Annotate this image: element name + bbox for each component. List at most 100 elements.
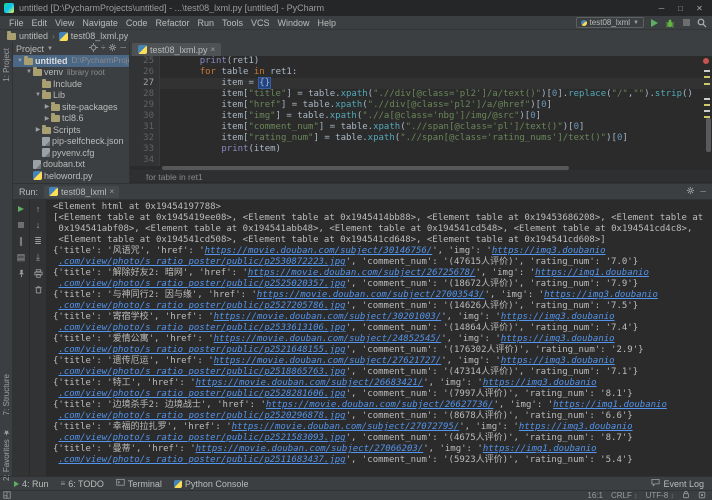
breadcrumb-file[interactable]: test08_lxml.py [58, 31, 128, 41]
event-log-button[interactable]: Event Log [651, 478, 704, 489]
stripe-tab-structure[interactable]: 7: Structure [2, 374, 11, 415]
restore-layout-button[interactable]: ▤ [15, 251, 28, 263]
project-tree-item[interactable]: ▶ Scripts [13, 124, 129, 136]
console-link[interactable]: https://movie.douban.com/subject/2485254… [214, 334, 442, 344]
search-icon[interactable] [696, 17, 708, 29]
console-link[interactable]: https://img3.doubanio [492, 246, 606, 256]
toolwindow-button-todo[interactable]: ≡ 6: TODO [61, 479, 104, 489]
console-link[interactable]: .com/view/photo/s_ratio_poster/public/p2… [58, 301, 345, 311]
print-icon[interactable] [32, 267, 45, 279]
code-line[interactable]: 29 item["href"] = table.xpath(".//div[@c… [130, 100, 712, 111]
encoding-indicator[interactable]: UTF-8 ↕ [646, 491, 674, 500]
minimize-button[interactable]: ─ [653, 2, 670, 15]
error-stripe-mark[interactable] [704, 76, 710, 78]
editor-vertical-scrollbar[interactable] [706, 118, 711, 152]
menu-item-run[interactable]: Run [193, 18, 218, 28]
console-link[interactable]: .com/view/photo/s_ratio_poster/public/p2… [58, 411, 345, 421]
project-tree-item[interactable]: pip-selfcheck.json [13, 136, 129, 148]
error-stripe-mark[interactable] [704, 98, 710, 100]
console-link[interactable]: https://img3.doubanio [519, 422, 633, 432]
console-link[interactable]: https://movie.douban.com/subject/3014675… [205, 246, 433, 256]
console-link[interactable]: .com/view/photo/s_ratio_poster/public/p2… [58, 455, 345, 465]
project-tree-item[interactable]: ▼ venv library root [13, 67, 129, 79]
console-link[interactable]: https://img1.doubanio [535, 268, 649, 278]
menu-item-file[interactable]: File [5, 18, 28, 28]
project-tree-item[interactable]: ▶ site-packages [13, 101, 129, 113]
console-link[interactable]: https://img3.doubanio [501, 356, 615, 366]
menu-item-refactor[interactable]: Refactor [151, 18, 193, 28]
project-tree-item[interactable]: heloword.py [13, 170, 129, 182]
stop-button[interactable] [680, 17, 692, 29]
lock-icon[interactable] [682, 490, 690, 500]
console-link[interactable]: .com/view/photo/s_ratio_poster/public/p2… [58, 279, 345, 289]
project-tree-item[interactable]: douban.txt [13, 159, 129, 171]
hide-icon[interactable]: ─ [120, 43, 126, 54]
expand-arrow-icon[interactable]: ▼ [16, 58, 24, 64]
menu-item-code[interactable]: Code [122, 18, 152, 28]
menu-item-tools[interactable]: Tools [218, 18, 247, 28]
console-link[interactable]: https://img3.doubanio [544, 290, 658, 300]
toolwindow-button-terminal[interactable]: Terminal [116, 478, 162, 489]
project-tree-item[interactable]: ▶ tcl8.6 [13, 113, 129, 125]
pin-icon[interactable] [15, 267, 28, 279]
stripe-tab-project[interactable]: 1: Project [2, 48, 11, 82]
console-link[interactable]: https://movie.douban.com/subject/2707279… [232, 422, 460, 432]
hide-icon[interactable]: ─ [700, 187, 706, 196]
menu-item-navigate[interactable]: Navigate [78, 18, 122, 28]
highlighting-level-icon[interactable] [698, 491, 706, 500]
console-link[interactable]: https://movie.douban.com/subject/2706620… [196, 444, 424, 454]
console-link[interactable]: https://img3.doubanio [501, 312, 615, 322]
gear-icon[interactable] [686, 186, 695, 197]
scroll-to-end-icon[interactable]: ⤓ [32, 251, 45, 263]
clear-all-icon[interactable] [32, 283, 45, 295]
code-line[interactable]: 30 item["img"] = table.xpath(".//a[@clas… [130, 111, 712, 122]
menu-item-help[interactable]: Help [314, 18, 341, 28]
chevron-down-icon[interactable]: ▼ [47, 46, 53, 52]
code-line[interactable]: 25 print(ret1) [130, 56, 712, 67]
console-link[interactable]: https://img3.doubanio [483, 378, 597, 388]
down-stack-icon[interactable]: ↓ [32, 219, 45, 231]
menu-item-window[interactable]: Window [274, 18, 314, 28]
editor-tab[interactable]: test08_lxml.py × [132, 43, 222, 56]
close-icon[interactable]: × [110, 187, 115, 196]
console-link[interactable]: https://movie.douban.com/subject/2662773… [266, 400, 494, 410]
close-button[interactable]: ✕ [691, 2, 708, 15]
toolwindow-button-run[interactable]: 4: Run [14, 479, 49, 489]
code-area[interactable]: 25 print(ret1) 26 for table in ret1: 27 it… [130, 56, 712, 166]
code-line[interactable]: 26 for table in ret1: [130, 67, 712, 78]
console-link[interactable]: https://movie.douban.com/subject/2672567… [248, 268, 476, 278]
code-line[interactable]: 32 item["rating_num"] = table.xpath(".//… [130, 133, 712, 144]
console-link[interactable]: .com/view/photo/s_ratio_poster/public/p2… [58, 389, 345, 399]
up-stack-icon[interactable]: ↑ [32, 203, 45, 215]
debug-bug-icon[interactable] [664, 17, 676, 29]
console-link[interactable]: https://img3.doubanio [501, 334, 615, 344]
gear-icon[interactable] [108, 43, 117, 54]
toolwindow-switcher-icon[interactable] [3, 490, 11, 500]
close-icon[interactable]: × [211, 45, 216, 54]
expand-arrow-icon[interactable]: ▶ [43, 115, 51, 122]
caret-position[interactable]: 16:1 [587, 491, 603, 500]
code-line[interactable]: 28 item["title"] = table.xpath(".//div[@… [130, 89, 712, 100]
expand-arrow-icon[interactable]: ▼ [25, 69, 33, 75]
console-link[interactable]: https://movie.douban.com/subject/2668342… [196, 378, 424, 388]
stop-button[interactable] [15, 219, 28, 231]
rerun-button[interactable] [15, 203, 28, 215]
code-line[interactable]: 27 item = {} [130, 77, 712, 89]
error-stripe-mark[interactable] [704, 83, 710, 85]
console-link[interactable]: .com/view/photo/s_ratio_poster/public/p2… [58, 323, 345, 333]
menu-item-view[interactable]: View [51, 18, 78, 28]
run-button[interactable] [648, 17, 660, 29]
error-stripe-mark[interactable] [704, 70, 710, 72]
run-tab[interactable]: test08_lxml × [44, 185, 120, 198]
project-panel-title[interactable]: Project [16, 44, 44, 54]
toolwindow-button-python-console[interactable]: Python Console [173, 479, 248, 489]
expand-arrow-icon[interactable]: ▶ [43, 103, 51, 110]
menu-item-vcs[interactable]: VCS [247, 18, 274, 28]
breadcrumb-project[interactable]: untitled [7, 31, 48, 41]
project-tree-item[interactable]: ▼ untitledD:\PycharmProjects\unti [13, 55, 129, 67]
expand-arrow-icon[interactable]: ▼ [34, 92, 42, 98]
project-tree-item[interactable]: Include [13, 78, 129, 90]
editor-horizontal-scrollbar[interactable] [130, 166, 712, 170]
console-link[interactable]: .com/view/photo/s_ratio_poster/public/p2… [58, 367, 345, 377]
locate-icon[interactable] [88, 43, 98, 54]
